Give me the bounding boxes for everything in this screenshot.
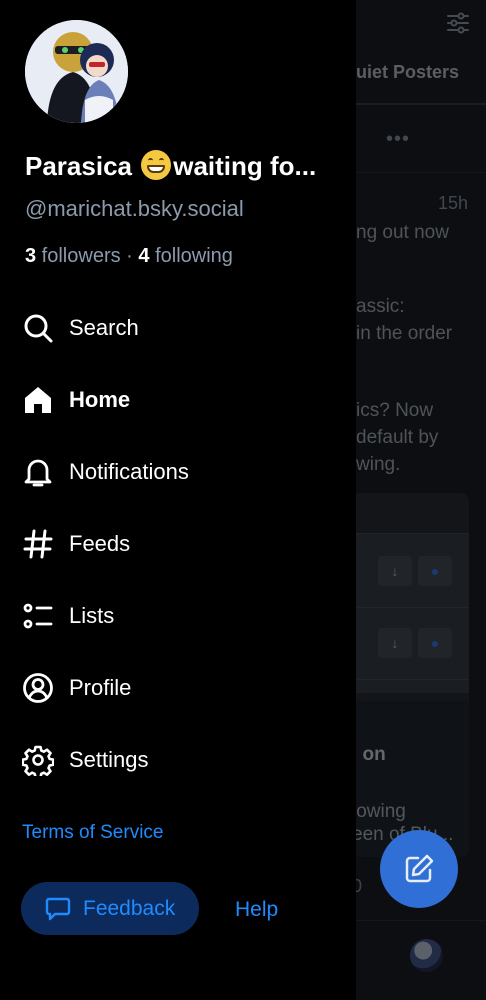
separator: · [120, 245, 139, 267]
post-text-line: default by [356, 427, 439, 448]
divider [356, 920, 486, 921]
post-text-line: wing. [356, 454, 401, 475]
display-name-text: Parasica [25, 151, 140, 181]
feedback-label: Feedback [83, 896, 176, 920]
nav-item-search[interactable]: Search [0, 292, 356, 364]
nav-item-label: Home [69, 387, 131, 412]
card-title: l on [352, 744, 386, 765]
post-text-line: in the order [356, 323, 453, 344]
grinning-face-emoji [141, 150, 172, 180]
bell-icon [24, 459, 52, 487]
nav-item-settings[interactable]: Settings [0, 724, 356, 796]
gear-icon [22, 745, 54, 776]
following-count[interactable]: 4 [138, 245, 149, 267]
card-text-line: lowing [352, 801, 406, 822]
hashtag-icon [23, 529, 53, 559]
search-icon [24, 314, 53, 343]
help-link[interactable]: Help [235, 898, 278, 922]
feed-tab[interactable]: uiet Posters [356, 62, 459, 83]
arrow-down-icon: ↓ [378, 628, 412, 658]
navigation-drawer: Parasica waiting fo... @marichat.bsky.so… [0, 0, 356, 1000]
tab-underline [356, 103, 486, 105]
nav-item-label: Notifications [69, 459, 189, 484]
nav-item-profile[interactable]: Profile [0, 652, 356, 724]
nav-item-notifications[interactable]: Notifications [0, 436, 356, 508]
nav-item-lists[interactable]: Lists [0, 580, 356, 652]
compose-icon [405, 854, 434, 883]
post-text-line: ics? Now [356, 400, 434, 421]
post-text-line: ng out now [356, 222, 449, 243]
following-label[interactable]: following [150, 245, 233, 267]
nav-item-label: Settings [69, 747, 149, 772]
list-icon [23, 603, 53, 629]
feedback-button[interactable]: Feedback [21, 882, 199, 935]
tab-avatar[interactable] [410, 939, 443, 972]
pin-icon: ● [418, 628, 452, 658]
nav-item-label: Lists [69, 603, 115, 628]
post-time: 15h [438, 193, 469, 213]
nav-item-label: Profile [69, 675, 132, 700]
compose-button[interactable] [380, 830, 458, 908]
pin-icon: ● [418, 556, 452, 586]
nav-item-home[interactable]: Home [0, 364, 356, 436]
post-text-line: assic: [356, 296, 405, 317]
arrow-down-icon: ↓ [378, 556, 412, 586]
home-icon [25, 387, 51, 413]
display-name: Parasica waiting fo... [25, 150, 325, 182]
followers-label[interactable]: followers [36, 245, 121, 267]
nav-item-feeds[interactable]: Feeds [0, 508, 356, 580]
card-screenshot [356, 533, 469, 693]
sliders-icon[interactable] [446, 12, 470, 34]
handle: @marichat.bsky.social [25, 196, 244, 221]
message-icon [45, 897, 71, 921]
terms-of-service-link[interactable]: Terms of Service [22, 822, 163, 844]
divider [356, 172, 486, 173]
follow-stats: 3 followers · 4 following [25, 245, 233, 268]
user-circle-icon [23, 673, 53, 703]
avatar-image [25, 20, 128, 123]
more-icon[interactable]: ••• [386, 128, 410, 151]
nav-item-label: Feeds [69, 531, 131, 556]
followers-count[interactable]: 3 [25, 245, 36, 267]
nav-item-label: Search [69, 315, 139, 340]
display-name-text: waiting fo... [173, 151, 317, 181]
avatar[interactable] [25, 20, 128, 123]
